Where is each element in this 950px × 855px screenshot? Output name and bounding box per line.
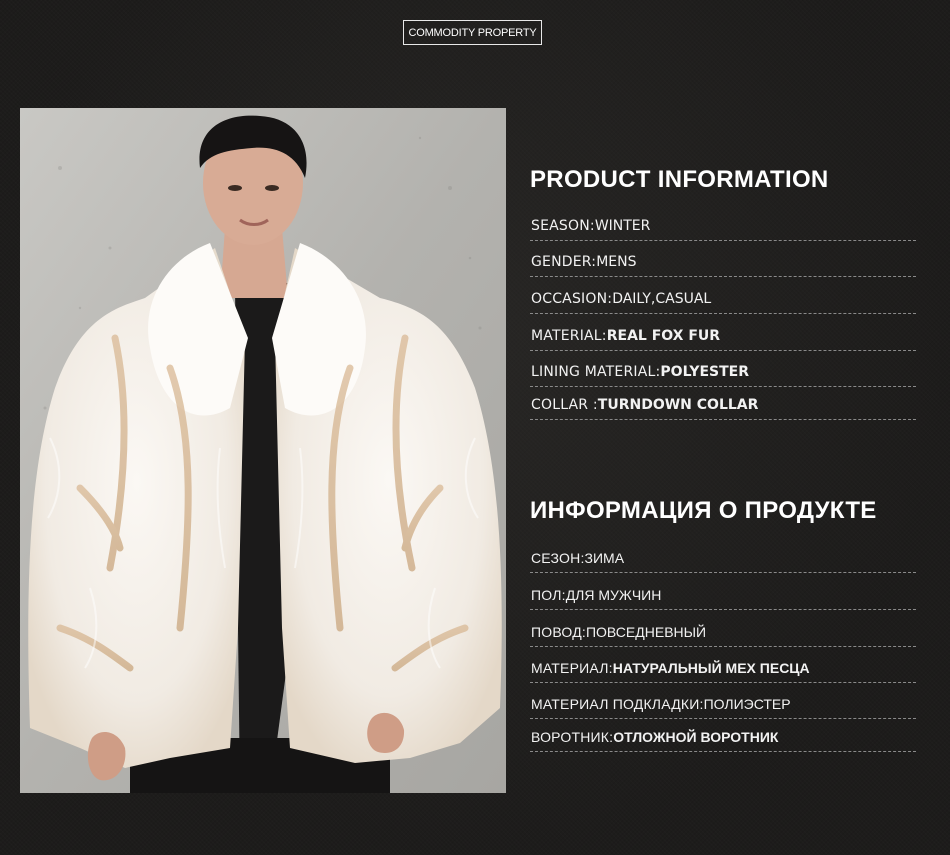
spec-key: ПОВОД: — [531, 624, 586, 640]
spec-row-material: MATERIAL: REAL FOX FUR — [530, 314, 916, 351]
spec-row-collar: COLLAR : TURNDOWN COLLAR — [530, 387, 916, 420]
spec-key: SEASON: — [531, 218, 595, 234]
product-photo-image — [20, 108, 506, 793]
spec-value: POLYESTER — [660, 364, 750, 380]
spec-value: ПОВСЕДНЕВНЫЙ — [585, 624, 707, 640]
badge-label: COMMODITY PROPERTY — [408, 26, 537, 39]
spec-value: ДЛЯ МУЖЧИН — [565, 587, 662, 603]
spec-value: DAILY,CASUAL — [612, 291, 712, 307]
spec-row-occasion-ru: ПОВОД: ПОВСЕДНЕВНЫЙ — [530, 610, 916, 647]
spec-key: GENDER: — [531, 254, 597, 270]
product-information-section: PRODUCT INFORMATION SEASON: WINTER GENDE… — [530, 165, 916, 420]
spec-key: МАТЕРИАЛ ПОДКЛАДКИ: — [531, 696, 704, 712]
product-information-list: SEASON: WINTER GENDER: MENS OCCASION: DAIL… — [530, 205, 916, 420]
spec-value: НАТУРАЛЬНЫЙ МЕХ ПЕСЦА — [612, 660, 810, 676]
spec-key: СЕЗОН: — [531, 550, 585, 566]
commodity-property-badge: COMMODITY PROPERTY — [403, 20, 542, 45]
spec-key: ВОРОТНИК: — [531, 729, 614, 745]
spec-row-season: SEASON: WINTER — [530, 205, 916, 241]
spec-row-occasion: OCCASION: DAILY,CASUAL — [530, 277, 916, 314]
product-photo — [20, 108, 506, 793]
spec-value: WINTER — [594, 218, 651, 234]
spec-key: MATERIAL: — [531, 328, 607, 344]
spec-row-season-ru: СЕЗОН: ЗИМА — [530, 536, 916, 573]
product-information-ru-section: ИНФОРМАЦИЯ О ПРОДУКТЕ СЕЗОН: ЗИМА ПОЛ: Д… — [530, 496, 916, 752]
spec-value: MENS — [596, 254, 637, 270]
spec-key: COLLAR : — [531, 397, 598, 413]
spec-key: LINING MATERIAL: — [531, 364, 661, 380]
spec-row-gender-ru: ПОЛ: ДЛЯ МУЖЧИН — [530, 573, 916, 610]
product-information-ru-list: СЕЗОН: ЗИМА ПОЛ: ДЛЯ МУЖЧИН ПОВОД: ПОВСЕ… — [530, 536, 916, 752]
spec-value: TURNDOWN COLLAR — [597, 397, 759, 413]
spec-key: ПОЛ: — [531, 587, 566, 603]
spec-row-material-ru: МАТЕРИАЛ: НАТУРАЛЬНЫЙ МЕХ ПЕСЦА — [530, 647, 916, 683]
spec-row-lining-material-ru: МАТЕРИАЛ ПОДКЛАДКИ: ПОЛИЭСТЕР — [530, 683, 916, 719]
spec-row-gender: GENDER: MENS — [530, 241, 916, 277]
spec-row-lining-material: LINING MATERIAL: POLYESTER — [530, 351, 916, 387]
spec-row-collar-ru: ВОРОТНИК: ОТЛОЖНОЙ ВОРОТНИК — [530, 719, 916, 752]
spec-key: OCCASION: — [531, 291, 613, 307]
spec-value: ОТЛОЖНОЙ ВОРОТНИК — [613, 729, 779, 745]
product-information-ru-title: ИНФОРМАЦИЯ О ПРОДУКТЕ — [530, 497, 877, 524]
spec-value: ЗИМА — [584, 550, 625, 566]
spec-key: МАТЕРИАЛ: — [531, 660, 613, 676]
spec-value: REAL FOX FUR — [606, 328, 721, 344]
product-information-title: PRODUCT INFORMATION — [530, 166, 829, 193]
spec-value: ПОЛИЭСТЕР — [703, 696, 791, 712]
